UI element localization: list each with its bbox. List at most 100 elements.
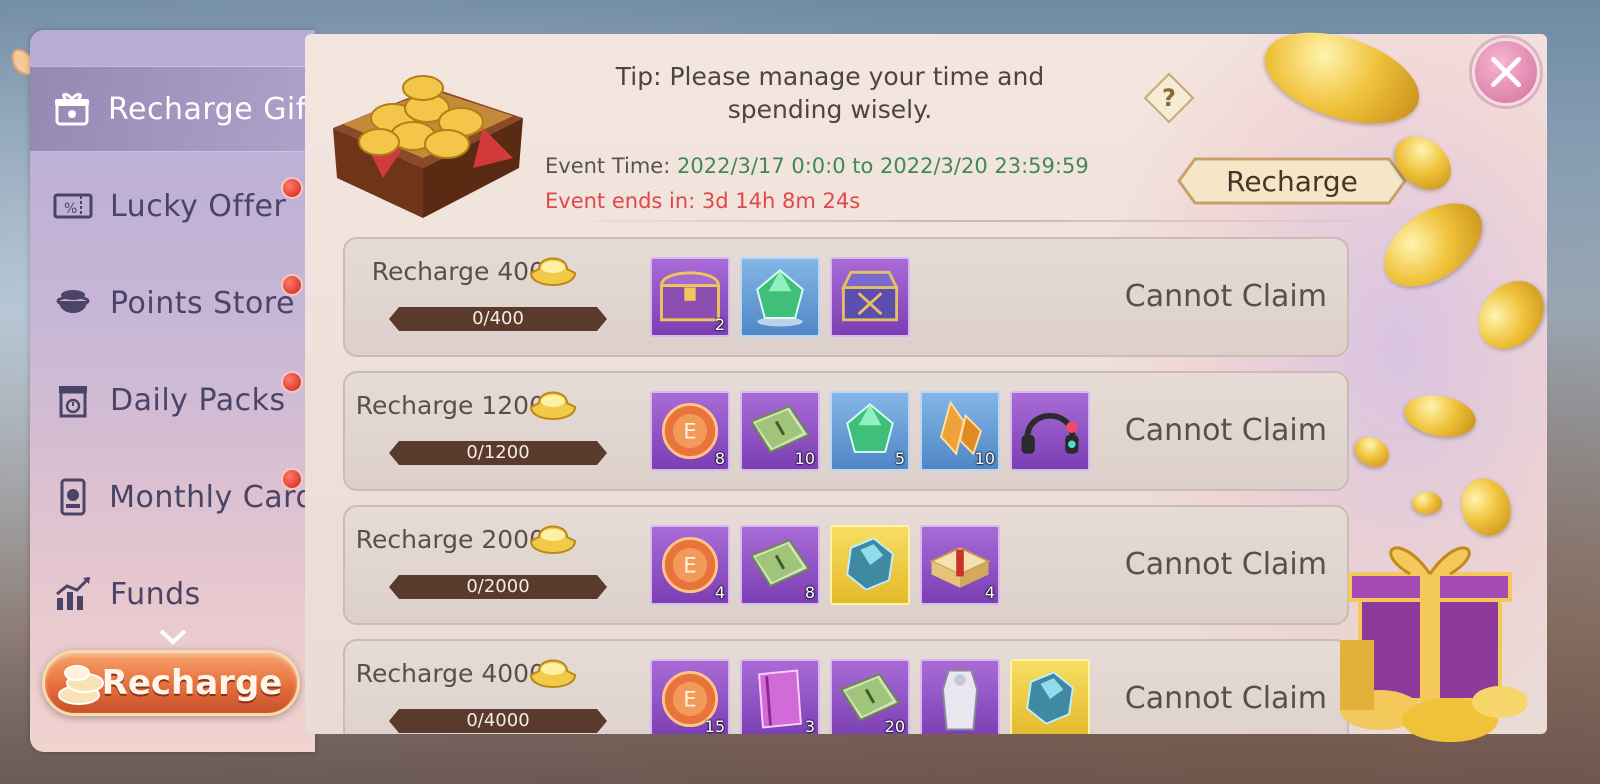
gold-ingot-icon [529, 525, 577, 554]
claim-status: Cannot Claim [1124, 279, 1327, 314]
claim-status: Cannot Claim [1124, 547, 1327, 582]
reward-item[interactable]: 5 [830, 391, 910, 471]
notification-badge [281, 371, 303, 393]
svg-text:E: E [683, 554, 696, 578]
daily-box-icon [52, 379, 94, 421]
card-icon [52, 476, 93, 518]
recharge-button-label: Recharge [101, 663, 283, 703]
sidebar-item-recharge-gift[interactable]: Recharge Gift [30, 66, 315, 152]
event-time-value: 2022/3/17 0:0:0 to 2022/3/20 23:59:59 [677, 154, 1089, 178]
item-quantity: 8 [804, 583, 815, 602]
item-quantity: 2 [714, 315, 725, 334]
reward-item[interactable]: 10 [920, 391, 1000, 471]
coin-pot-icon [52, 282, 94, 324]
sidebar-item-monthly-card[interactable]: Monthly Card [30, 454, 315, 540]
tier-row: Recharge 1200 0/1200 E 8 10 5 10 Cannot … [343, 371, 1349, 491]
reward-items: E 4 8 4 [650, 525, 1000, 605]
tier-title: Recharge 400 [371, 257, 545, 286]
item-quantity: 15 [704, 717, 725, 734]
divider [550, 220, 1410, 222]
armor-outfit-icon [941, 669, 979, 731]
tier-progress-text: 0/2000 [466, 576, 530, 597]
chart-up-icon [52, 573, 94, 615]
tier-list[interactable]: Recharge 400 0/400 2 Cannot Claim Rechar… [343, 237, 1349, 734]
gold-ingot-icon [529, 391, 577, 420]
header-recharge-label: Recharge [1226, 164, 1358, 198]
item-quantity: 20 [884, 717, 905, 734]
coins-icon [58, 665, 104, 705]
coin-chest-icon [333, 75, 523, 218]
item-quantity: 4 [984, 583, 995, 602]
tier-title: Recharge 4000 [355, 659, 545, 688]
sidebar-item-label: Lucky Offer [110, 188, 287, 224]
reward-item[interactable]: 2 [650, 257, 730, 337]
sidebar-item-daily-packs[interactable]: Daily Packs [30, 357, 315, 443]
close-icon [1490, 56, 1522, 88]
event-countdown: Event ends in: 3d 14h 8m 24s [545, 189, 861, 213]
header-recharge-button[interactable]: Recharge [1177, 156, 1407, 206]
reward-item[interactable]: E 4 [650, 525, 730, 605]
item-quantity: 8 [714, 449, 725, 468]
reward-item[interactable] [920, 659, 1000, 734]
sidebar: Recharge Gift % Lucky Offer Points Store… [30, 30, 315, 752]
tier-progress-text: 0/400 [472, 308, 524, 329]
tip-text: Tip: Please manage your time and spendin… [615, 62, 1045, 124]
tier-progress-text: 0/1200 [466, 442, 530, 463]
item-quantity: 10 [974, 449, 995, 468]
sidebar-item-lucky-offer[interactable]: % Lucky Offer [30, 163, 315, 249]
svg-text:E: E [683, 688, 696, 712]
reward-item[interactable]: E 15 [650, 659, 730, 734]
tier-progress-text: 0/4000 [466, 710, 530, 731]
tier-row: Recharge 4000 0/4000 E 15 3 20 Cannot Cl… [343, 639, 1349, 734]
green-gem-icon [756, 269, 804, 327]
item-quantity: 5 [894, 449, 905, 468]
claim-status: Cannot Claim [1124, 413, 1327, 448]
sidebar-item-label: Points Store [110, 285, 295, 321]
gift-box-icon [52, 88, 92, 130]
tier-title: Recharge 1200 [355, 391, 545, 420]
reward-item[interactable]: 20 [830, 659, 910, 734]
reward-items: E 15 3 20 [650, 659, 1090, 734]
sidebar-item-funds[interactable]: Funds [30, 551, 315, 637]
notification-badge [281, 468, 303, 490]
blue-ore-icon [1026, 671, 1074, 725]
chevron-down-icon[interactable] [158, 628, 188, 646]
blue-ore-icon [846, 537, 894, 591]
help-button[interactable]: ? [1143, 72, 1195, 124]
notification-badge [281, 177, 303, 199]
tier-progress-bar: 0/1200 [389, 441, 607, 465]
sidebar-item-points-store[interactable]: Points Store [30, 260, 315, 346]
tier-title: Recharge 2000 [355, 525, 545, 554]
tier-progress-bar: 0/400 [389, 307, 607, 331]
reward-item[interactable] [740, 257, 820, 337]
notification-badge [281, 274, 303, 296]
item-quantity: 3 [804, 717, 815, 734]
discount-ticket-icon: % [52, 185, 94, 227]
reward-item[interactable]: 10 [740, 391, 820, 471]
sidebar-item-label: Daily Packs [110, 382, 286, 418]
reward-item[interactable] [830, 525, 910, 605]
reward-item[interactable]: 8 [740, 525, 820, 605]
svg-text:%: % [64, 201, 77, 217]
reward-item[interactable] [1010, 391, 1090, 471]
tier-row: Recharge 2000 0/2000 E 4 8 4 Cannot Clai… [343, 505, 1349, 625]
reward-item[interactable]: 3 [740, 659, 820, 734]
reward-item[interactable] [830, 257, 910, 337]
reward-item[interactable]: 4 [920, 525, 1000, 605]
item-quantity: 10 [794, 449, 815, 468]
item-quantity: 4 [714, 583, 725, 602]
tier-progress-bar: 0/4000 [389, 709, 607, 733]
sidebar-item-label: Funds [110, 576, 201, 612]
close-button[interactable] [1472, 38, 1540, 106]
tier-row: Recharge 400 0/400 2 Cannot Claim [343, 237, 1349, 357]
gold-ingot-icon [529, 257, 577, 286]
reward-item[interactable]: E 8 [650, 391, 730, 471]
reward-item[interactable] [1010, 659, 1090, 734]
reward-items: E 8 10 5 10 [650, 391, 1090, 471]
claim-status: Cannot Claim [1124, 681, 1327, 716]
gold-coin-decoration [1412, 492, 1442, 514]
sidebar-item-label: Recharge Gift [108, 91, 315, 127]
recharge-button[interactable]: Recharge [42, 650, 300, 716]
event-time: Event Time: 2022/3/17 0:0:0 to 2022/3/20… [545, 154, 1089, 178]
gift-box-decoration-icon [1340, 546, 1528, 742]
